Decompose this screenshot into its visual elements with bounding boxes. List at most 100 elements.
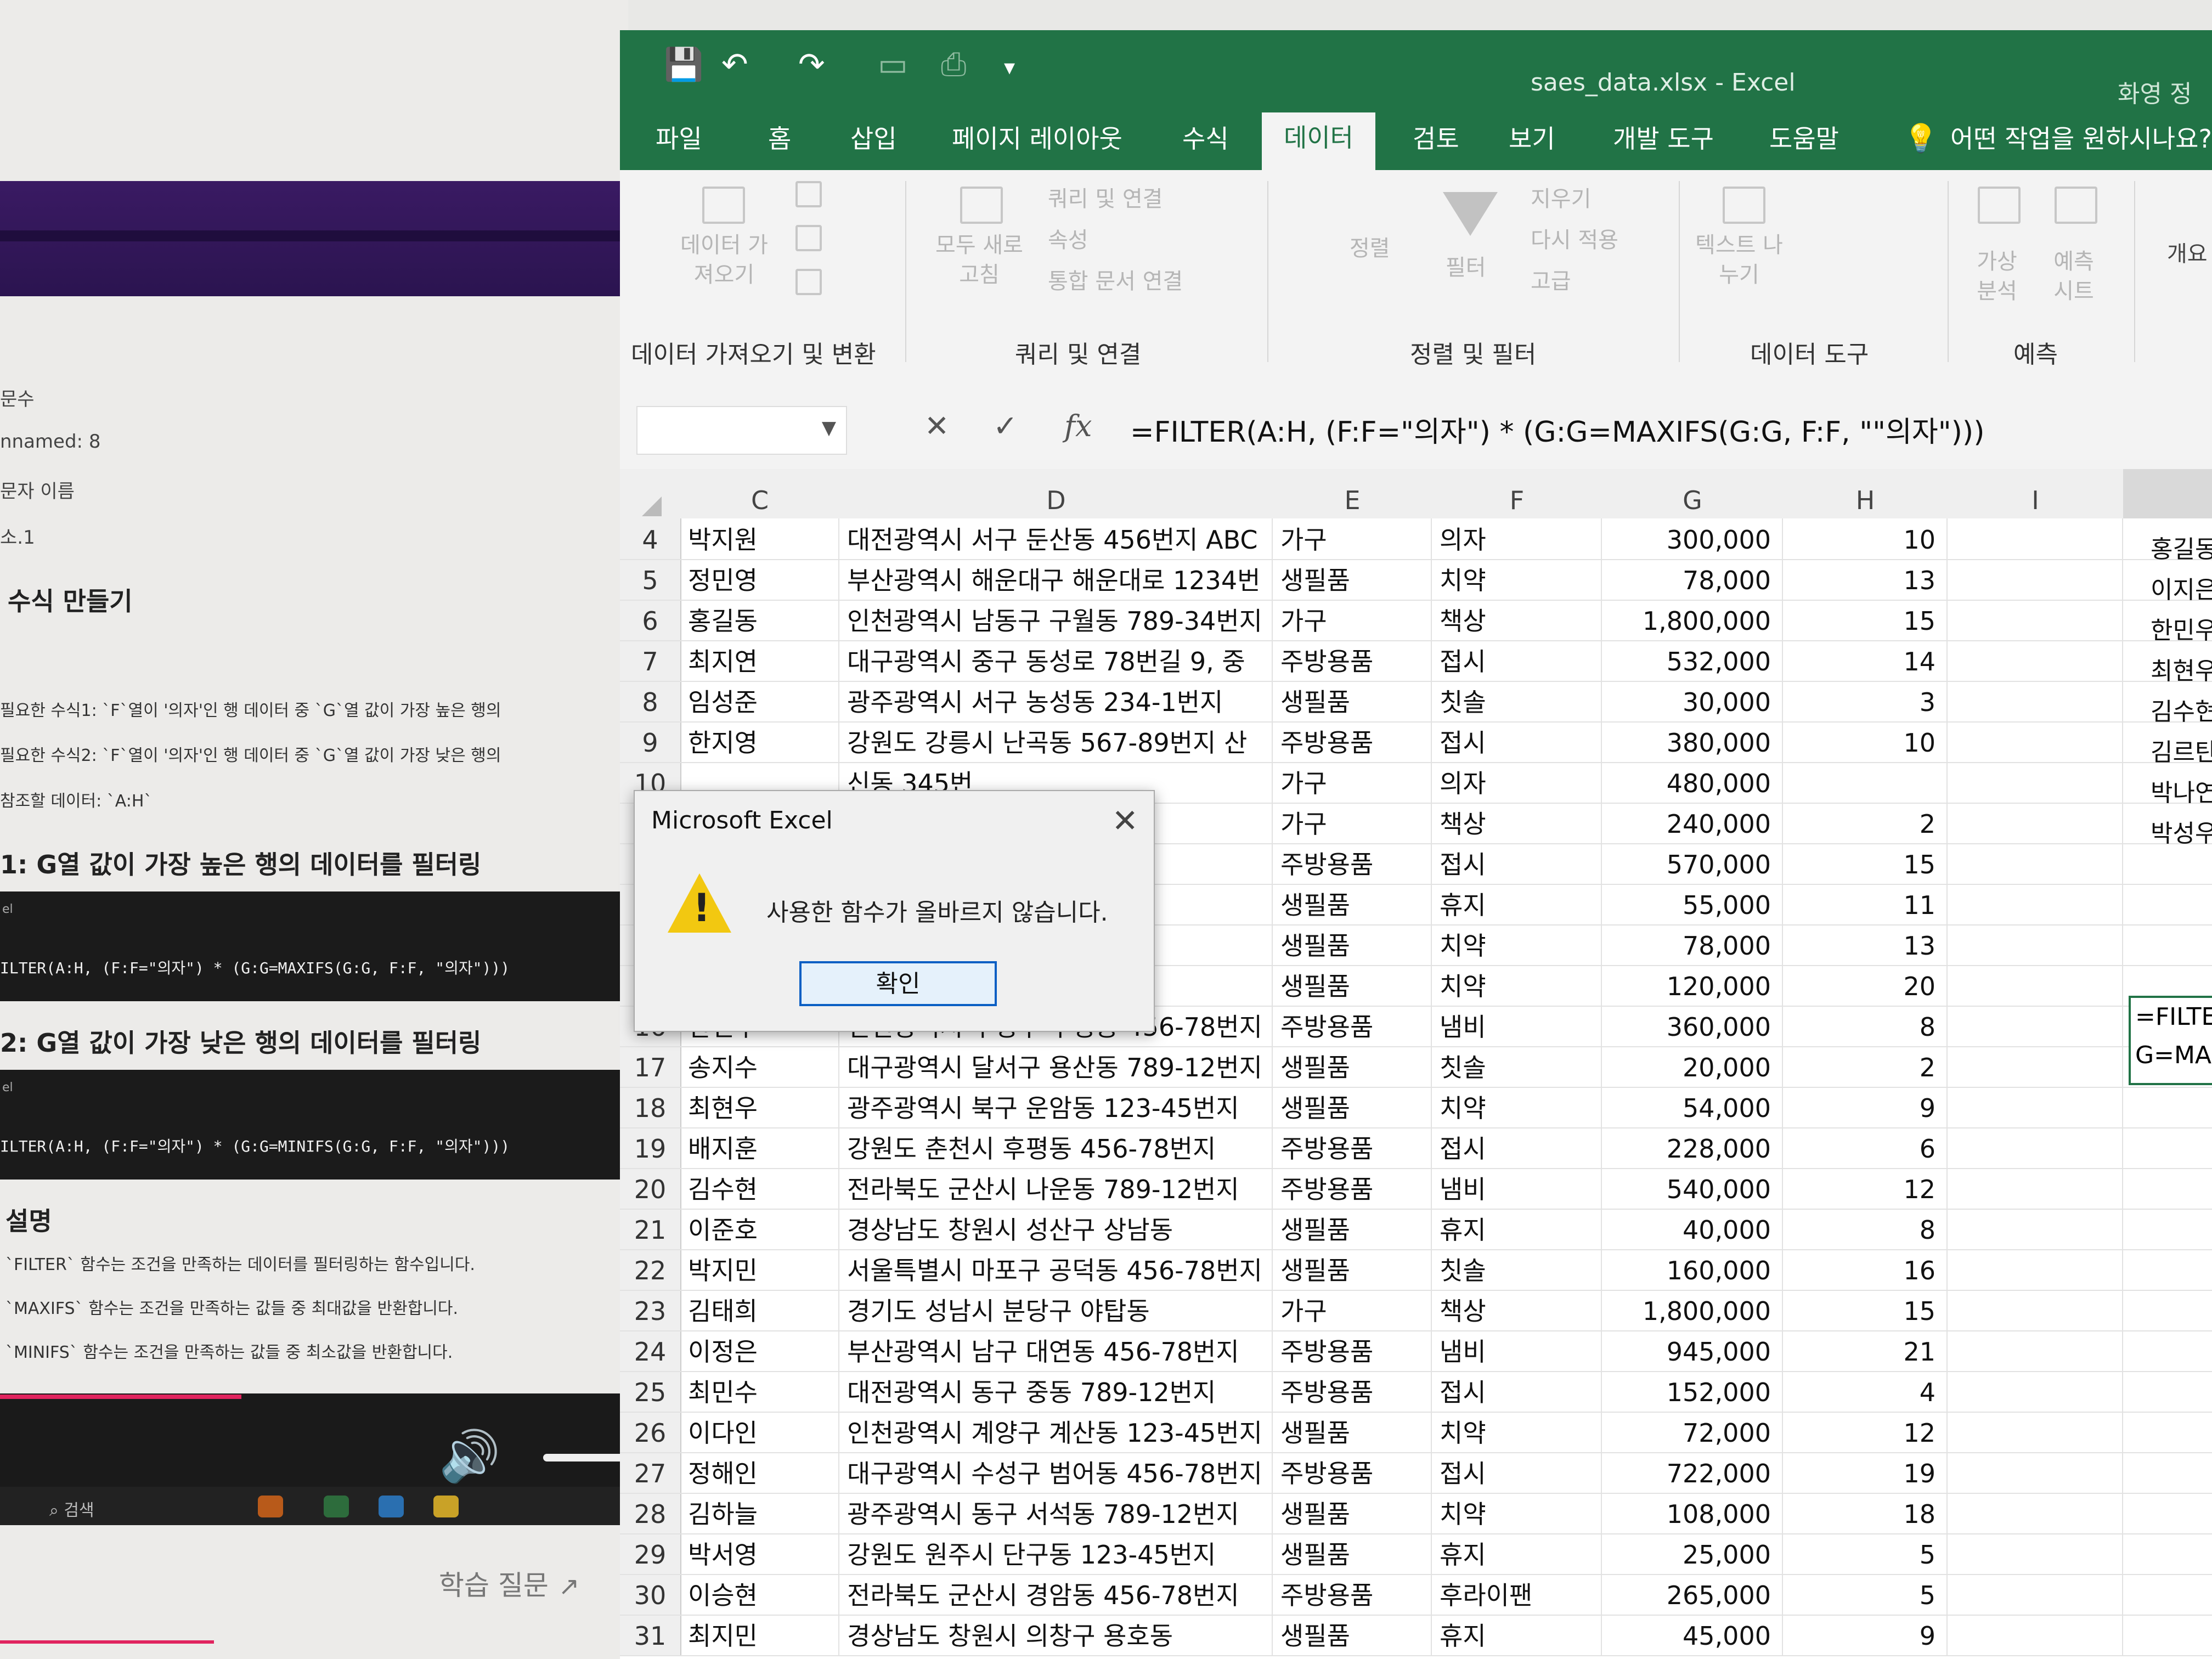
- filter-button[interactable]: 필터: [1446, 250, 1486, 281]
- cell-i[interactable]: [1948, 843, 2123, 884]
- row-header[interactable]: 19: [620, 1127, 681, 1168]
- folder-icon[interactable]: [258, 1496, 283, 1517]
- user-name[interactable]: 화영 정: [2118, 74, 2192, 109]
- cell-d[interactable]: 광주광역시 서구 농성동 234-1번지: [839, 681, 1273, 721]
- outline-button[interactable]: 개요: [2167, 236, 2208, 268]
- cell-d[interactable]: 대구광역시 달서구 용산동 789-12번지: [839, 1046, 1273, 1087]
- cell-d[interactable]: 광주광역시 동구 서석동 789-12번지: [839, 1493, 1273, 1533]
- cell-f[interactable]: 접시: [1432, 640, 1602, 681]
- cell-i[interactable]: [1948, 518, 2123, 559]
- cell-g[interactable]: 722,000: [1602, 1452, 1783, 1493]
- cell-e[interactable]: 생필품: [1273, 1249, 1432, 1290]
- cell-i[interactable]: [1948, 1574, 2123, 1615]
- cell-e[interactable]: 가구: [1273, 518, 1432, 559]
- cell-f[interactable]: 후라이팬: [1432, 1574, 1602, 1615]
- column-header-j[interactable]: [2123, 469, 2212, 518]
- cell-g[interactable]: 78,000: [1602, 924, 1783, 965]
- cell-h[interactable]: 20: [1783, 965, 1948, 1006]
- cell-e[interactable]: 가구: [1273, 600, 1432, 640]
- cell-g[interactable]: 265,000: [1602, 1574, 1783, 1615]
- cell-g[interactable]: 228,000: [1602, 1127, 1783, 1168]
- side-cell[interactable]: 홍길동: [2151, 529, 2212, 565]
- row-header[interactable]: 17: [620, 1046, 681, 1087]
- tab-developer[interactable]: 개발 도구: [1613, 119, 1714, 155]
- side-cell[interactable]: 한민우: [2151, 611, 2212, 646]
- row-header[interactable]: 29: [620, 1533, 681, 1574]
- cell-e[interactable]: 가구: [1273, 762, 1432, 803]
- cell-c[interactable]: 이승현: [680, 1574, 839, 1615]
- cell-c[interactable]: 송지수: [680, 1046, 839, 1087]
- cell-h[interactable]: 15: [1783, 843, 1948, 884]
- undo-icon[interactable]: ↶: [721, 46, 748, 83]
- from-text-icon[interactable]: [795, 181, 822, 207]
- app-icon[interactable]: [433, 1496, 459, 1517]
- cell-f[interactable]: 치약: [1432, 924, 1602, 965]
- cell-c[interactable]: 박지원: [680, 518, 839, 559]
- side-cell[interactable]: 김수현: [2151, 692, 2212, 727]
- insert-function-icon[interactable]: fx: [1064, 409, 1092, 443]
- refresh-all-button[interactable]: 모두 새로 고침: [924, 230, 1034, 290]
- cell-f[interactable]: 휴지: [1432, 1615, 1602, 1655]
- cell-h[interactable]: 3: [1783, 681, 1948, 721]
- cell-h[interactable]: 15: [1783, 1290, 1948, 1330]
- cell-d[interactable]: 부산광역시 남구 대연동 456-78번지: [839, 1330, 1273, 1371]
- cell-c[interactable]: 홍길동: [680, 600, 839, 640]
- cell-c[interactable]: 이정은: [680, 1330, 839, 1371]
- tell-me-search[interactable]: 어떤 작업을 원하시나요?: [1950, 119, 2212, 155]
- video-progress[interactable]: [0, 1395, 241, 1399]
- cell-h[interactable]: 6: [1783, 1127, 1948, 1168]
- cell-h[interactable]: [1783, 762, 1948, 803]
- cell-g[interactable]: 360,000: [1602, 1006, 1783, 1046]
- cell-f[interactable]: 치약: [1432, 1412, 1602, 1452]
- cell-d[interactable]: 전라북도 군산시 나운동 789-12번지: [839, 1168, 1273, 1209]
- cell-g[interactable]: 108,000: [1602, 1493, 1783, 1533]
- cell-g[interactable]: 532,000: [1602, 640, 1783, 681]
- cell-c[interactable]: 김태희: [680, 1290, 839, 1330]
- column-header-d[interactable]: D: [839, 486, 1273, 515]
- column-header-c[interactable]: C: [680, 486, 839, 515]
- cell-e[interactable]: 생필품: [1273, 1615, 1432, 1655]
- row-header[interactable]: 8: [620, 681, 681, 721]
- cell-g[interactable]: 120,000: [1602, 965, 1783, 1006]
- save-icon[interactable]: 💾: [664, 46, 703, 83]
- formula-input[interactable]: =FILTER(A:H, (F:F="의자") * (G:G=MAXIFS(G:…: [1130, 409, 1985, 450]
- cell-i[interactable]: [1948, 1127, 2123, 1168]
- queries-connections-button[interactable]: 쿼리 및 연결: [1048, 181, 1163, 213]
- cell-g[interactable]: 20,000: [1602, 1046, 1783, 1087]
- cell-e[interactable]: 생필품: [1273, 1493, 1432, 1533]
- cell-c[interactable]: 한지영: [680, 721, 839, 762]
- cell-f[interactable]: 냄비: [1432, 1006, 1602, 1046]
- cell-i[interactable]: [1948, 1046, 2123, 1087]
- cell-e[interactable]: 주방용품: [1273, 1127, 1432, 1168]
- cell-c[interactable]: 박지민: [680, 1249, 839, 1290]
- cell-e[interactable]: 생필품: [1273, 924, 1432, 965]
- enter-icon[interactable]: ✓: [993, 409, 1018, 443]
- volume-icon[interactable]: 🔊: [439, 1426, 500, 1487]
- print-preview-icon[interactable]: ⎙: [941, 46, 966, 83]
- cell-h[interactable]: 10: [1783, 518, 1948, 559]
- cell-e[interactable]: 생필품: [1273, 1412, 1432, 1452]
- cell-h[interactable]: 5: [1783, 1574, 1948, 1615]
- cell-g[interactable]: 30,000: [1602, 681, 1783, 721]
- cell-f[interactable]: 휴지: [1432, 884, 1602, 924]
- cell-i[interactable]: [1948, 721, 2123, 762]
- row-header[interactable]: 23: [620, 1290, 681, 1330]
- code-block-1[interactable]: el ILTER(A:H, (F:F="의자") * (G:G=MAXIFS(G…: [0, 891, 628, 1001]
- cell-h[interactable]: 9: [1783, 1087, 1948, 1127]
- cell-e[interactable]: 생필품: [1273, 1046, 1432, 1087]
- cell-e[interactable]: 주방용품: [1273, 843, 1432, 884]
- cell-h[interactable]: 5: [1783, 1533, 1948, 1574]
- cell-i[interactable]: [1948, 965, 2123, 1006]
- cell-e[interactable]: 생필품: [1273, 965, 1432, 1006]
- cell-d[interactable]: 경상남도 창원시 성산구 상남동: [839, 1209, 1273, 1249]
- question-button[interactable]: 학습 질문 ↗: [439, 1564, 579, 1603]
- select-all-corner[interactable]: [642, 496, 662, 516]
- app-icon[interactable]: [324, 1496, 349, 1517]
- cell-c[interactable]: 최현우: [680, 1087, 839, 1127]
- cell-h[interactable]: 10: [1783, 721, 1948, 762]
- cell-d[interactable]: 전라북도 군산시 경암동 456-78번지: [839, 1574, 1273, 1615]
- chevron-down-icon[interactable]: ▼: [822, 417, 836, 439]
- cell-g[interactable]: 40,000: [1602, 1209, 1783, 1249]
- cell-d[interactable]: 강원도 강릉시 난곡동 567-89번지 산: [839, 721, 1273, 762]
- side-cell[interactable]: 최현우: [2151, 651, 2212, 686]
